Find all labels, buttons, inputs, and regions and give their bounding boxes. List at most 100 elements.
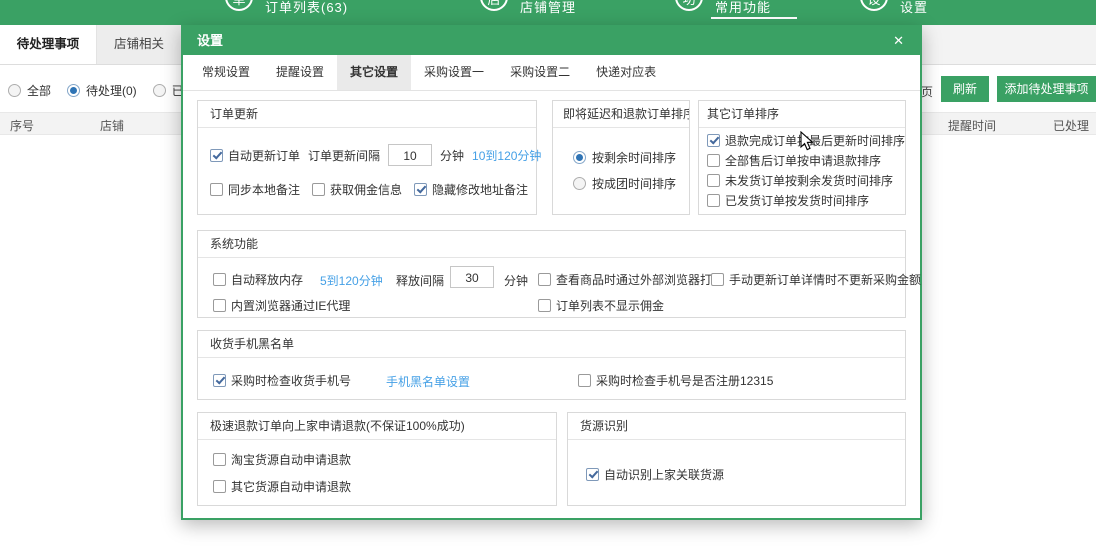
refresh-button[interactable]: 刷新 (941, 76, 989, 102)
tab-purchase-settings-2[interactable]: 采购设置二 (497, 55, 583, 90)
checkbox-label: 淘宝货源自动申请退款 (231, 451, 351, 468)
checkbox-check-receiver-phone[interactable]: 采购时检查收货手机号 (213, 372, 351, 389)
checkbox-label: 已发货订单按发货时间排序 (725, 192, 869, 209)
radio-icon[interactable] (8, 84, 21, 97)
checkbox-taobao-auto-refund[interactable]: 淘宝货源自动申请退款 (213, 451, 351, 468)
radio-label: 按成团时间排序 (592, 175, 676, 192)
checkbox-label: 查看商品时通过外部浏览器打开 (556, 271, 724, 288)
filter-pending[interactable]: 待处理(0) (67, 82, 137, 99)
checkbox-check-12315[interactable]: 采购时检查手机号是否注册12315 (578, 372, 773, 389)
checkbox-icon[interactable] (414, 183, 427, 196)
tab-general-settings[interactable]: 常规设置 (189, 55, 263, 90)
section-title: 即将延迟和退款订单排序 (553, 101, 689, 128)
checkbox-icon[interactable] (210, 183, 223, 196)
radio-sort-by-group-time[interactable]: 按成团时间排序 (573, 175, 676, 192)
checkbox-icon[interactable] (213, 374, 226, 387)
checkbox-label: 自动更新订单 (228, 147, 300, 164)
section-delay-refund-sort: 即将延迟和退款订单排序 按剩余时间排序 按成团时间排序 (552, 100, 690, 215)
order-update-row-1: 自动更新订单 订单更新间隔 10 分钟 10到120分钟 (210, 144, 541, 166)
active-nav-underline (711, 17, 797, 19)
tab-purchase-settings-1[interactable]: 采购设置一 (411, 55, 497, 90)
radio-label: 按剩余时间排序 (592, 149, 676, 166)
checkbox-other-auto-refund[interactable]: 其它货源自动申请退款 (213, 478, 351, 495)
filter-label: 待处理(0) (86, 82, 137, 99)
filter-all[interactable]: 全部 (8, 82, 51, 99)
section-title: 系统功能 (198, 231, 905, 258)
tab-shop-related[interactable]: 店铺相关 (97, 25, 182, 64)
checkbox-unshipped-sort[interactable]: 未发货订单按剩余发货时间排序 (707, 172, 893, 189)
section-source-identify: 货源识别 自动识别上家关联货源 (567, 412, 906, 506)
release-interval-label: 释放间隔 (396, 272, 444, 289)
release-unit: 分钟 (504, 272, 528, 289)
checkbox-aftersale-sort[interactable]: 全部售后订单按申请退款排序 (707, 152, 881, 169)
dialog-header: 设置 ✕ (183, 27, 920, 55)
checkbox-icon[interactable] (707, 154, 720, 167)
add-pending-item-button[interactable]: 添加待处理事项 (997, 76, 1096, 102)
update-interval-input[interactable]: 10 (388, 144, 432, 166)
checkbox-label: 全部售后订单按申请退款排序 (725, 152, 881, 169)
checkbox-auto-update-orders[interactable]: 自动更新订单 (210, 147, 300, 164)
checkbox-icon[interactable] (586, 468, 599, 481)
checkbox-label: 获取佣金信息 (330, 181, 402, 198)
checkbox-icon[interactable] (213, 299, 226, 312)
checkbox-icon[interactable] (707, 194, 720, 207)
close-icon[interactable]: ✕ (893, 27, 904, 55)
top-nav-bar: 单 订单列表(63) 店 店铺管理 功 常用功能 设 设置 (0, 0, 1096, 25)
section-title: 货源识别 (568, 413, 905, 440)
radio-icon[interactable] (153, 84, 166, 97)
column-shop: 店铺 (100, 117, 124, 134)
section-quick-refund: 极速退款订单向上家申请退款(不保证100%成功) 淘宝货源自动申请退款 其它货源… (197, 412, 557, 506)
checkbox-sync-local-note[interactable]: 同步本地备注 (210, 181, 300, 198)
tab-express-mapping[interactable]: 快递对应表 (583, 55, 669, 90)
checkbox-icon[interactable] (210, 149, 223, 162)
checkbox-icon[interactable] (312, 183, 325, 196)
tab-other-settings[interactable]: 其它设置 (337, 55, 411, 90)
shop-manage-icon: 店 (480, 0, 508, 11)
tab-reminder-settings[interactable]: 提醒设置 (263, 55, 337, 90)
checkbox-fetch-commission[interactable]: 获取佣金信息 (312, 181, 402, 198)
settings-dialog: 设置 ✕ 常规设置 提醒设置 其它设置 采购设置一 采购设置二 快递对应表 订单… (181, 25, 922, 520)
checkbox-label: 采购时检查收货手机号 (231, 372, 351, 389)
checkbox-icon[interactable] (711, 273, 724, 286)
radio-icon[interactable] (573, 151, 586, 164)
interval-range-link[interactable]: 10到120分钟 (472, 147, 541, 164)
column-remind-time: 提醒时间 (948, 117, 996, 134)
checkbox-ie-proxy[interactable]: 内置浏览器通过IE代理 (213, 297, 350, 314)
section-order-update: 订单更新 自动更新订单 订单更新间隔 10 分钟 10到120分钟 同步本地备注… (197, 100, 537, 215)
checkbox-external-browser[interactable]: 查看商品时通过外部浏览器打开 (538, 271, 724, 288)
nav-label: 店铺管理 (520, 0, 576, 16)
section-phone-blacklist: 收货手机黑名单 采购时检查收货手机号 手机黑名单设置 采购时检查手机号是否注册1… (197, 330, 906, 400)
phone-blacklist-settings-link[interactable]: 手机黑名单设置 (386, 373, 470, 390)
checkbox-auto-identify-source[interactable]: 自动识别上家关联货源 (586, 466, 724, 483)
checkbox-icon[interactable] (213, 273, 226, 286)
radio-icon[interactable] (573, 177, 586, 190)
checkbox-icon[interactable] (538, 273, 551, 286)
release-range-link[interactable]: 5到120分钟 (320, 272, 383, 289)
checkbox-shipped-sort[interactable]: 已发货订单按发货时间排序 (707, 192, 869, 209)
checkbox-icon[interactable] (578, 374, 591, 387)
checkbox-icon[interactable] (707, 134, 720, 147)
radio-sort-by-remaining-time[interactable]: 按剩余时间排序 (573, 149, 676, 166)
checkbox-hide-commission[interactable]: 订单列表不显示佣金 (538, 297, 664, 314)
section-title: 订单更新 (198, 101, 536, 128)
interval-unit: 分钟 (440, 147, 464, 164)
nav-label: 订单列表(63) (265, 0, 348, 16)
filter-label: 全部 (27, 82, 51, 99)
section-title: 收货手机黑名单 (198, 331, 905, 358)
checkbox-label: 采购时检查手机号是否注册12315 (596, 372, 773, 389)
checkbox-icon[interactable] (707, 174, 720, 187)
release-interval-input[interactable]: 30 (450, 266, 494, 288)
tab-pending-items[interactable]: 待处理事项 (0, 25, 97, 64)
checkbox-icon[interactable] (213, 453, 226, 466)
checkbox-hide-address-note[interactable]: 隐藏修改地址备注 (414, 181, 528, 198)
checkbox-manual-update-no-purchase[interactable]: 手动更新订单详情时不更新采购金额 (711, 271, 921, 288)
checkbox-auto-release-memory[interactable]: 自动释放内存 (213, 271, 303, 288)
radio-icon[interactable] (67, 84, 80, 97)
checkbox-label: 未发货订单按剩余发货时间排序 (725, 172, 893, 189)
checkbox-icon[interactable] (538, 299, 551, 312)
checkbox-icon[interactable] (213, 480, 226, 493)
section-other-sort: 其它订单排序 退款完成订单按最后更新时间排序 全部售后订单按申请退款排序 未发货… (698, 100, 906, 215)
dialog-title: 设置 (197, 27, 223, 55)
checkbox-label: 自动识别上家关联货源 (604, 466, 724, 483)
filter-radio-group: 全部 待处理(0) 已处理 (8, 82, 208, 99)
